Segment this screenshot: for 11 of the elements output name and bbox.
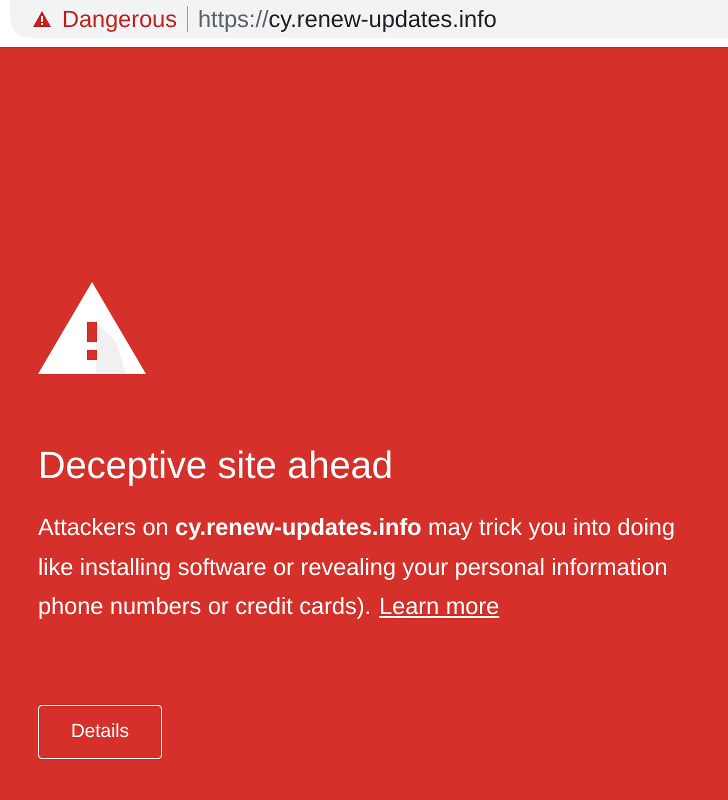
learn-more-link[interactable]: Learn more [379, 587, 500, 626]
page-title: Deceptive site ahead [38, 444, 393, 488]
warning-text: like installing software or revealing your personal information [38, 552, 668, 582]
url-scheme[interactable]: https:// [198, 6, 269, 32]
warning-text: phone numbers or credit cards). [38, 592, 372, 621]
warning-text: Attackers on cy.renew-updates.info may trick you into doing [38, 513, 675, 542]
security-label[interactable]: Dangerous [62, 6, 177, 32]
url-host[interactable]: cy.renew-updates.info [268, 6, 497, 32]
details-button[interactable]: Details [38, 704, 162, 758]
warning-icon [32, 10, 52, 28]
warning-icon [38, 282, 146, 374]
